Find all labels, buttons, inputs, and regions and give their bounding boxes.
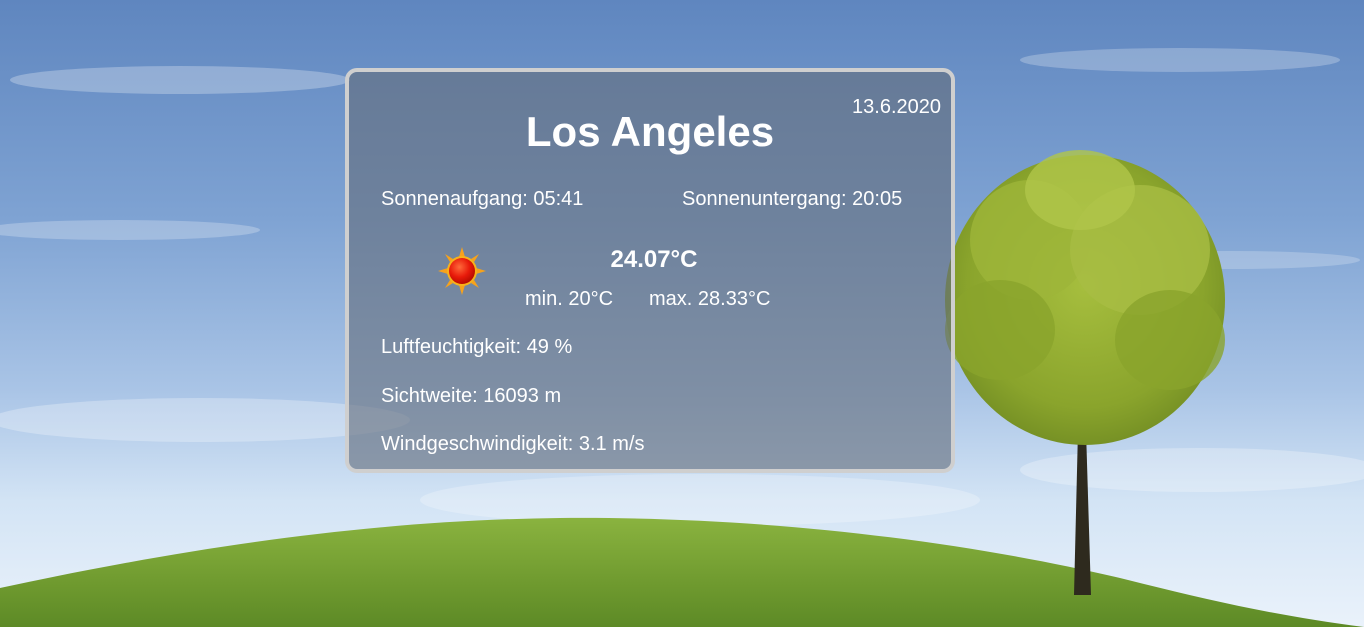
visibility-label: Sichtweite: 16093 m — [381, 385, 562, 407]
sunrise-label: Sonnenaufgang: 05:41 — [381, 188, 584, 210]
min-temperature: min. 20°C — [525, 288, 614, 310]
weather-card: 13.6.2020 Los Angeles Sonnenaufgang: 05:… — [345, 68, 955, 473]
wind-speed-label: Windgeschwindigkeit: 3.1 m/s — [381, 433, 645, 455]
tree-crown — [945, 150, 1225, 445]
humidity-label: Luftfeuchtigkeit: 49 % — [381, 336, 573, 358]
temperature-value: 24.07°C — [610, 246, 698, 273]
city-title: Los Angeles — [525, 108, 775, 155]
sunset-label: Sonnenuntergang: 20:05 — [682, 188, 903, 210]
max-temperature: max. 28.33°C — [649, 288, 771, 310]
grass-hill — [0, 517, 1364, 627]
weather-app: 13.6.2020 Los Angeles Sonnenaufgang: 05:… — [0, 0, 1364, 627]
